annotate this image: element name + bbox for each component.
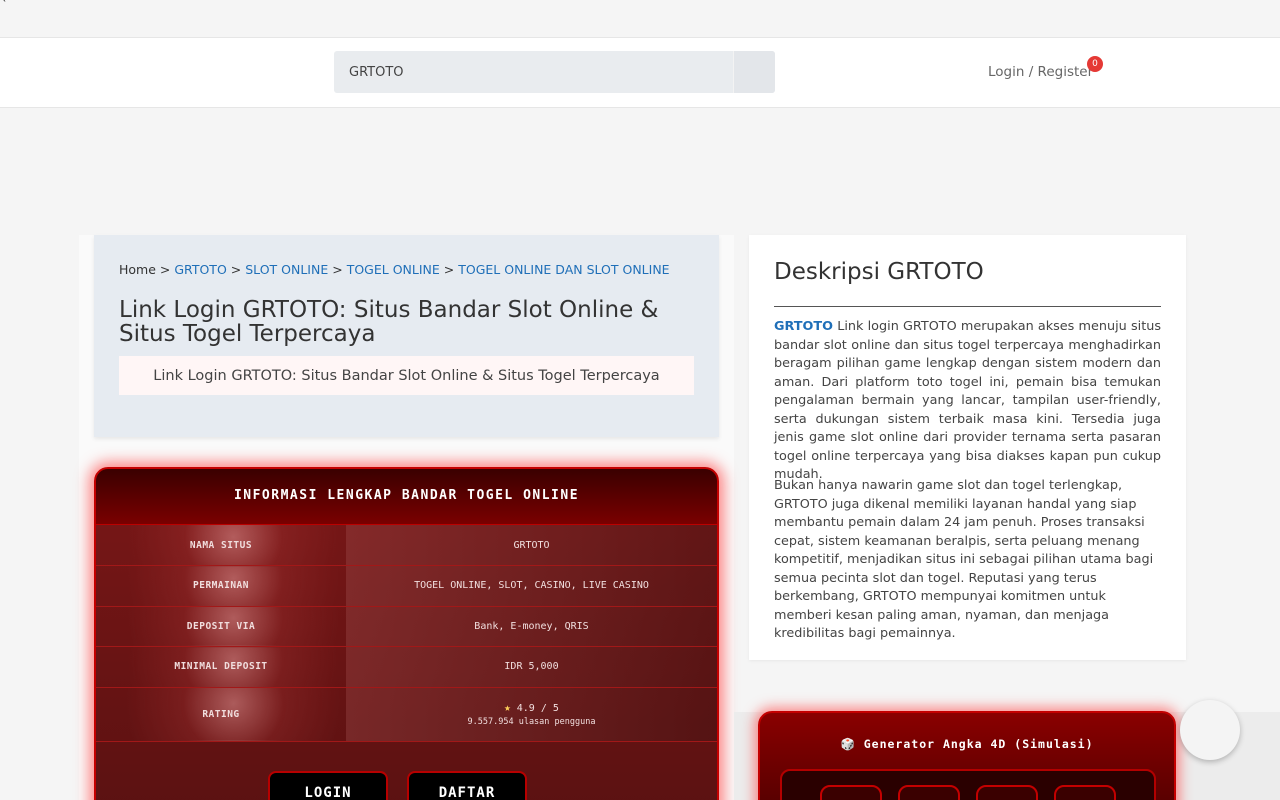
breadcrumb-separator: >	[443, 262, 455, 277]
corner-mark: `	[2, 0, 8, 11]
digit-box	[976, 785, 1038, 800]
digit-box	[820, 785, 882, 800]
breadcrumb-separator: >	[332, 262, 343, 277]
page-title: Link Login GRTOTO: Situs Bandar Slot Onl…	[119, 297, 659, 347]
table-row: PERMAINAN TOGEL ONLINE, SLOT, CASINO, LI…	[96, 565, 717, 607]
review-count: 9.557.954 ulasan pengguna	[467, 717, 596, 727]
description-text: Link login GRTOTO merupakan akses menuju…	[774, 319, 1161, 482]
generator-panel: 🎲 Generator Angka 4D (Simulasi)	[758, 711, 1176, 800]
digit-box	[898, 785, 960, 800]
digit-box	[1054, 785, 1116, 800]
rating-value: 4.9 / 5	[516, 703, 559, 714]
breadcrumb-separator: >	[230, 262, 242, 277]
info-heading: INFORMASI LENGKAP BANDAR TOGEL ONLINE	[96, 469, 717, 525]
table-row: NAMA SITUS GRTOTO	[96, 525, 717, 566]
search-button[interactable]	[733, 51, 775, 93]
description-title: Deskripsi GRTOTO	[774, 259, 984, 285]
info-value: TOGEL ONLINE, SLOT, CASINO, LIVE CASINO	[346, 565, 717, 607]
table-row: DEPOSIT VIA Bank, E-money, QRIS	[96, 606, 717, 647]
breadcrumb-separator: >	[159, 262, 171, 277]
search-input[interactable]: GRTOTO	[349, 65, 404, 80]
table-row: RATING ★ 4.9 / 5 9.557.954 ulasan penggu…	[96, 687, 717, 742]
search-box[interactable]: GRTOTO	[334, 51, 775, 93]
info-value: Bank, E-money, QRIS	[346, 606, 717, 647]
login-register-link[interactable]: Login / Register	[988, 64, 1093, 80]
title-card: Home > GRTOTO > SLOT ONLINE > TOGEL ONLI…	[94, 235, 719, 437]
description-link[interactable]: GRTOTO	[774, 319, 833, 334]
header-bar: GRTOTO Login / Register 0	[0, 37, 1280, 108]
breadcrumb-item-slot-online[interactable]: SLOT ONLINE	[245, 262, 328, 277]
info-value: GRTOTO	[346, 525, 717, 566]
table-row: MINIMAL DEPOSIT IDR 5,000	[96, 646, 717, 688]
description-card: Deskripsi GRTOTO GRTOTO Link login GRTOT…	[749, 235, 1186, 660]
info-label: DEPOSIT VIA	[96, 606, 346, 647]
rating-label: RATING	[96, 687, 346, 742]
login-button[interactable]: LOGIN	[268, 771, 388, 800]
generator-title: 🎲 Generator Angka 4D (Simulasi)	[840, 737, 1094, 751]
breadcrumb-item-togel-online[interactable]: TOGEL ONLINE	[347, 262, 440, 277]
info-label: PERMAINAN	[96, 565, 346, 607]
floating-chat-button[interactable]	[1180, 700, 1240, 760]
register-button[interactable]: DAFTAR	[407, 771, 527, 800]
description-paragraph-1: GRTOTO Link login GRTOTO merupakan akses…	[774, 318, 1161, 485]
breadcrumb-item-grtoto[interactable]: GRTOTO	[174, 262, 226, 277]
breadcrumb-item-togel-slot[interactable]: TOGEL ONLINE DAN SLOT ONLINE	[458, 262, 669, 277]
rating-cell: ★ 4.9 / 5 9.557.954 ulasan pengguna	[346, 687, 717, 742]
info-table: NAMA SITUS GRTOTO PERMAINAN TOGEL ONLINE…	[96, 525, 717, 742]
info-label: NAMA SITUS	[96, 525, 346, 566]
generator-display	[780, 769, 1156, 800]
info-value: IDR 5,000	[346, 646, 717, 688]
divider	[774, 306, 1161, 307]
info-panel: INFORMASI LENGKAP BANDAR TOGEL ONLINE NA…	[94, 467, 719, 800]
breadcrumb: Home > GRTOTO > SLOT ONLINE > TOGEL ONLI…	[119, 262, 670, 277]
star-icon: ★	[504, 701, 511, 714]
breadcrumb-home[interactable]: Home	[119, 262, 156, 277]
description-paragraph-2: Bukan hanya nawarin game slot dan togel …	[774, 478, 1154, 641]
info-label: MINIMAL DEPOSIT	[96, 646, 346, 688]
cart-count-badge[interactable]: 0	[1087, 56, 1103, 72]
banner-image: Link Login GRTOTO: Situs Bandar Slot Onl…	[119, 356, 694, 395]
